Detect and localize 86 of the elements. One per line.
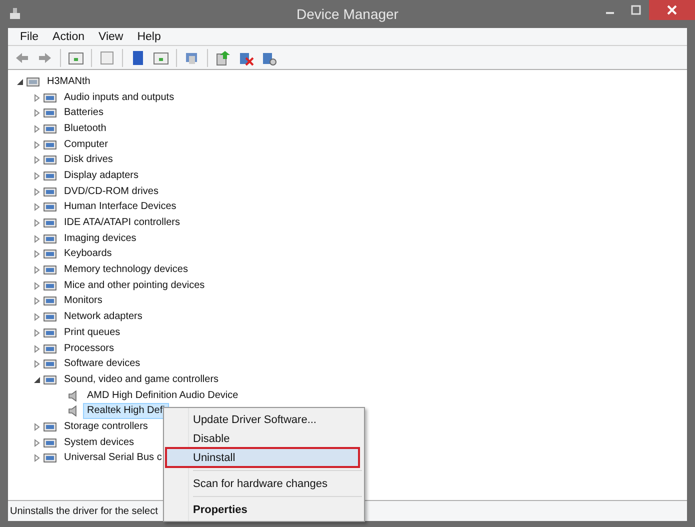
tree-item[interactable]: Mice and other pointing devices [60,278,209,294]
status-text: Uninstalls the driver for the select [10,506,158,516]
expand-arrow-icon[interactable] [33,124,41,133]
window-title: Device Manager [296,6,400,22]
device-icon [43,153,57,168]
tree-item[interactable]: IDE ATA/ATAPI controllers [60,215,184,232]
tree-item[interactable]: Sound, video and game controllers [60,372,223,388]
menu-item[interactable]: File [14,30,45,42]
device-icon [43,168,57,183]
tree-item[interactable]: Computer [60,136,112,153]
expand-arrow-icon[interactable] [33,297,41,306]
expand-arrow-icon[interactable] [33,313,41,322]
device-icon [43,184,57,199]
expand-arrow-icon[interactable] [33,140,41,149]
tree-item[interactable]: Universal Serial Bus c [60,450,166,466]
minimize-icon [606,12,614,14]
expand-arrow-icon[interactable] [33,172,41,180]
close-icon [667,5,677,15]
device-icon [43,294,57,308]
tree-item[interactable]: Keyboards [60,246,116,262]
expand-arrow-icon[interactable] [33,454,41,462]
expand-arrow-icon[interactable] [33,344,41,353]
tree-item[interactable]: Imaging devices [60,230,140,247]
tree-item[interactable]: Human Interface Devices [60,199,180,216]
device-icon [43,278,57,293]
device-icon [43,372,57,387]
context-menu-item[interactable]: Scan for hardware changes [166,474,359,493]
device-icon [43,436,57,450]
close-button[interactable] [649,0,695,20]
tree-item[interactable]: Memory technology devices [60,262,192,278]
tree-item[interactable]: Bluetooth [60,120,110,137]
device-icon [43,106,57,120]
context-menu-item[interactable]: Update Driver Software... [166,410,359,429]
device-icon [43,138,57,152]
expand-arrow-icon[interactable] [33,156,41,164]
context-menu-item[interactable]: Properties [166,500,359,519]
expand-arrow-icon[interactable] [33,250,41,258]
tree-item[interactable]: Storage controllers [60,418,152,435]
context-menu-item[interactable]: Disable [166,429,359,448]
tree-item[interactable]: Audio inputs and outputs [60,90,178,106]
expand-arrow-icon[interactable] [33,328,41,337]
device-icon [43,200,57,214]
collapse-arrow-icon[interactable] [33,376,41,384]
expand-arrow-icon[interactable] [33,94,41,102]
expand-arrow-icon[interactable] [33,203,41,212]
tree-item[interactable]: System devices [60,434,138,451]
expand-arrow-icon[interactable] [33,360,41,368]
tree-item[interactable]: Disk drives [60,152,117,168]
expand-arrow-icon[interactable] [33,266,41,274]
tree-item[interactable]: AMD High Definition Audio Device [83,388,242,404]
tree-item[interactable]: Network adapters [60,309,146,326]
device-icon [43,451,57,466]
device-icon [43,90,57,105]
tree-item[interactable]: Processors [60,340,118,357]
app-icon [8,7,22,21]
device-icon [43,326,57,340]
expand-arrow-icon[interactable] [33,188,41,196]
expand-arrow-icon[interactable] [33,109,41,118]
collapse-arrow-icon[interactable] [16,78,24,86]
expand-arrow-icon[interactable] [33,219,41,228]
device-icon [43,342,57,356]
device-icon [43,420,57,434]
maximize-icon [631,5,641,15]
device-icon [43,357,57,372]
expand-arrow-icon[interactable] [33,438,41,447]
menu-item[interactable]: Help [131,30,167,42]
device-icon [43,232,57,246]
tree-item[interactable]: Batteries [60,105,108,122]
expand-arrow-icon[interactable] [33,282,41,290]
tree-item[interactable]: H3MANth [43,74,94,90]
device-icon [43,247,57,262]
menu-item[interactable]: Action [46,30,90,42]
device-icon [43,216,57,230]
tree-item[interactable]: Software devices [60,356,144,372]
tree-item[interactable]: Monitors [60,293,106,310]
device-icon [43,263,57,278]
menu-item[interactable]: View [92,30,130,42]
computer-icon [26,74,40,89]
tree-item[interactable]: Print queues [60,324,124,341]
device-icon [43,310,57,324]
device-icon [43,122,57,136]
expand-arrow-icon[interactable] [33,234,41,243]
tree-item[interactable]: DVD/CD-ROM drives [60,184,162,200]
tree-item[interactable]: Display adapters [60,168,142,184]
expand-arrow-icon[interactable] [33,422,41,431]
context-menu-item[interactable]: Uninstall [166,448,359,467]
